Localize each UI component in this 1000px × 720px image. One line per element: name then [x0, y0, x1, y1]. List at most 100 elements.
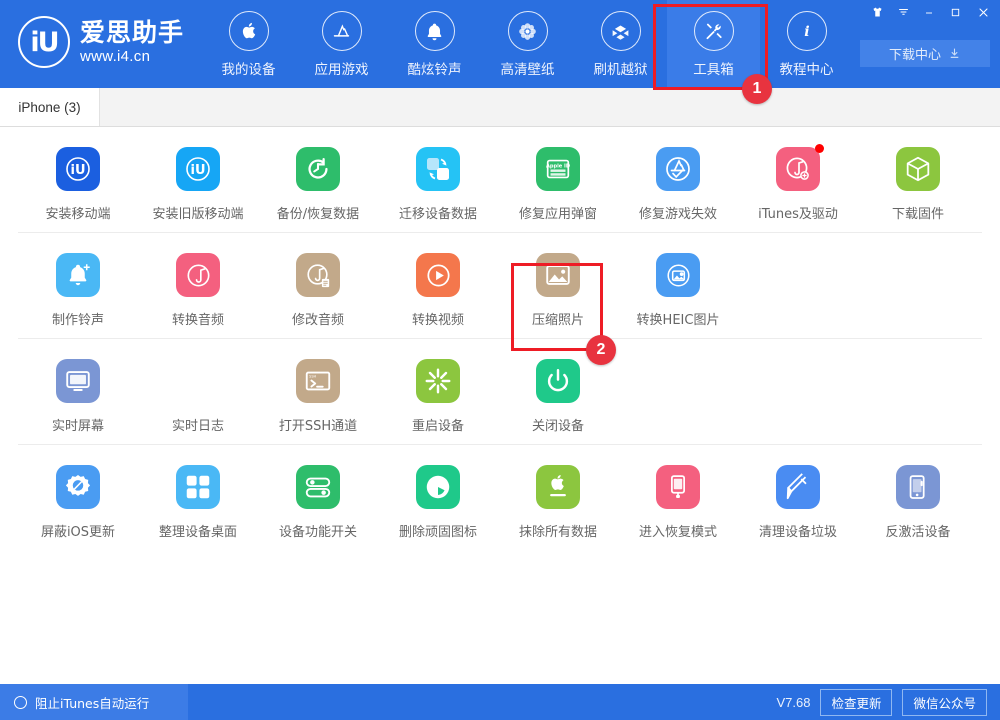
nav-item-tutorials[interactable]: i 教程中心 — [760, 0, 853, 88]
tool-tile-label: 转换音频 — [172, 309, 224, 328]
tool-tile[interactable]: 迁移设备数据 — [378, 143, 498, 222]
log-icon — [176, 359, 220, 403]
download-center-label: 下载中心 — [889, 44, 941, 63]
step-number: 2 — [597, 341, 606, 359]
brand-text: 爱思助手 www.i4.cn — [80, 20, 184, 64]
tool-tile[interactable]: 重启设备 — [378, 355, 498, 434]
tool-tile-label: 修改音频 — [292, 309, 344, 328]
tool-tile-label: 关闭设备 — [532, 415, 584, 434]
tool-tile-label: 修复应用弹窗 — [519, 203, 597, 222]
tab-iphone[interactable]: iPhone (3) — [0, 88, 100, 126]
flower-icon — [508, 11, 548, 51]
tool-tile[interactable]: 设备功能开关 — [258, 461, 378, 540]
nav-label: 教程中心 — [780, 58, 834, 78]
tool-tile[interactable]: Apple ID 修复应用弹窗 — [498, 143, 618, 222]
tool-tile-label: 反激活设备 — [885, 521, 950, 540]
tool-tile[interactable]: 关闭设备 — [498, 355, 618, 434]
tool-tile[interactable]: 实时日志 — [138, 355, 258, 434]
nav-label: 高清壁纸 — [501, 58, 555, 78]
tool-tile[interactable]: 屏蔽iOS更新 — [18, 461, 138, 540]
tool-tile-label: 压缩照片 — [532, 309, 584, 328]
audio-edit-icon — [296, 253, 340, 297]
power-off-icon — [536, 359, 580, 403]
menu-icon[interactable] — [890, 2, 916, 22]
tool-tile[interactable]: 压缩照片 — [498, 249, 618, 328]
tool-row: 实时屏幕实时日志SSH打开SSH通道重启设备关闭设备 — [18, 339, 982, 445]
version-label: V7.68 — [776, 695, 810, 710]
minimize-icon[interactable] — [916, 2, 942, 22]
step-badge-1: 1 — [742, 74, 772, 104]
tool-tile[interactable]: SSH打开SSH通道 — [258, 355, 378, 434]
download-center-button[interactable]: 下载中心 — [860, 40, 990, 67]
apple-icon — [229, 11, 269, 51]
tool-tile[interactable]: 修改音频 — [258, 249, 378, 328]
tool-tile[interactable]: 反激活设备 — [858, 461, 978, 540]
tool-tile[interactable]: 备份/恢复数据 — [258, 143, 378, 222]
tool-tile-label: 修复游戏失效 — [639, 203, 717, 222]
logo-mark: iU — [30, 27, 57, 58]
ssh-icon: SSH — [296, 359, 340, 403]
window-controls — [864, 2, 998, 22]
svg-text:iU: iU — [190, 163, 205, 178]
tool-tile[interactable]: 修复游戏失效 — [618, 143, 738, 222]
check-update-button[interactable]: 检查更新 — [820, 689, 892, 716]
wechat-button[interactable]: 微信公众号 — [902, 689, 987, 716]
tool-tile-label: 转换视频 — [412, 309, 464, 328]
tool-row: iU安装移动端 iU 安装旧版移动端 备份/恢复数据迁移设备数据 Apple ID 修复应… — [18, 127, 982, 233]
nav-label: 工具箱 — [693, 58, 734, 78]
brand-title: 爱思助手 — [80, 20, 184, 45]
close-icon[interactable] — [968, 2, 998, 22]
appstore-fix-icon — [656, 147, 700, 191]
appstore-icon — [322, 11, 362, 51]
tool-tile[interactable]: 下载固件 — [858, 143, 978, 222]
nav-item-flash-jailbreak[interactable]: 刷机越狱 — [574, 0, 667, 88]
organize-home-icon — [176, 465, 220, 509]
tool-tile[interactable]: 转换视频 — [378, 249, 498, 328]
nav-label: 应用游戏 — [315, 58, 369, 78]
tool-tile[interactable]: iU安装移动端 — [18, 143, 138, 222]
tool-tile[interactable]: 制作铃声 — [18, 249, 138, 328]
tool-tile[interactable]: 抹除所有数据 — [498, 461, 618, 540]
nav-item-wallpapers[interactable]: 高清壁纸 — [481, 0, 574, 88]
svg-text:i: i — [804, 24, 809, 40]
brand-url: www.i4.cn — [80, 49, 184, 64]
tool-tile[interactable]: 转换音频 — [138, 249, 258, 328]
tool-tile[interactable]: 删除顽固图标 — [378, 461, 498, 540]
tool-tile-label: 备份/恢复数据 — [277, 203, 359, 222]
i4-logo-icon: iU — [18, 16, 70, 68]
block-itunes-label: 阻止iTunes自动运行 — [35, 693, 149, 712]
remove-icon-icon — [416, 465, 460, 509]
tool-tile-label: 下载固件 — [892, 203, 944, 222]
tool-tile[interactable]: 清理设备垃圾 — [738, 461, 858, 540]
tool-tile-label: 设备功能开关 — [279, 521, 357, 540]
i4-app-old-icon: iU — [176, 147, 220, 191]
nav-item-toolbox[interactable]: 工具箱 — [667, 0, 760, 88]
step-number: 1 — [753, 80, 762, 98]
tool-tile[interactable]: iTunes及驱动 — [738, 143, 858, 222]
nav-label: 我的设备 — [222, 58, 276, 78]
svg-text:SSH: SSH — [309, 374, 316, 378]
tool-tile[interactable]: 实时屏幕 — [18, 355, 138, 434]
screen-mirror-icon — [56, 359, 100, 403]
nav-item-my-device[interactable]: 我的设备 — [202, 0, 295, 88]
itunes-driver-icon — [776, 147, 820, 191]
block-itunes-toggle[interactable]: 阻止iTunes自动运行 — [0, 684, 188, 720]
appleid-icon: Apple ID — [536, 147, 580, 191]
tool-tile[interactable]: 整理设备桌面 — [138, 461, 258, 540]
brand-logo: iU 爱思助手 www.i4.cn — [18, 16, 184, 68]
nav-item-apps-games[interactable]: 应用游戏 — [295, 0, 388, 88]
notification-dot — [815, 144, 824, 153]
tool-tile-label: 清理设备垃圾 — [759, 521, 837, 540]
nav-item-ringtones[interactable]: 酷炫铃声 — [388, 0, 481, 88]
tool-tile-label: 安装旧版移动端 — [152, 203, 243, 222]
tool-tile-label: iTunes及驱动 — [758, 203, 838, 222]
audio-convert-icon — [176, 253, 220, 297]
maximize-icon[interactable] — [942, 2, 968, 22]
tool-tile[interactable]: 转换HEIC图片 — [618, 249, 738, 328]
tool-tile[interactable]: iU 安装旧版移动端 — [138, 143, 258, 222]
recovery-mode-icon — [656, 465, 700, 509]
ringtone-icon — [56, 253, 100, 297]
status-bar: 阻止iTunes自动运行 V7.68 检查更新 微信公众号 — [0, 684, 1000, 720]
skin-icon[interactable] — [864, 2, 890, 22]
tool-tile[interactable]: 进入恢复模式 — [618, 461, 738, 540]
